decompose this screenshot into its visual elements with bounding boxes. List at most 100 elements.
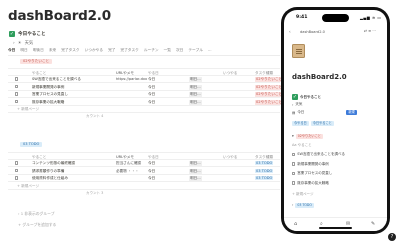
phone-weather[interactable]: › 天気 bbox=[292, 102, 302, 107]
row-checkbox[interactable] bbox=[15, 84, 18, 89]
task-due[interactable]: 明日... bbox=[189, 92, 217, 98]
task-due[interactable]: 明日... bbox=[189, 161, 217, 167]
row-checkbox[interactable] bbox=[15, 99, 18, 104]
table-row[interactable]: SW言語で出来ることを調べる https://parlor-dxx 今日 明日... 0… bbox=[8, 76, 281, 83]
weather-label: 天気 bbox=[24, 41, 34, 46]
weather-toggle[interactable]: › ☀ 天気 bbox=[13, 40, 34, 47]
group-badge-red[interactable]: 02やりたいこと bbox=[20, 59, 53, 64]
task-day[interactable]: 今日 bbox=[148, 85, 181, 90]
row-checkbox[interactable] bbox=[292, 171, 296, 176]
new-page-row[interactable]: + 新規ページ bbox=[8, 106, 280, 113]
task-day[interactable]: 今日 bbox=[148, 169, 181, 174]
task-memo[interactable]: https://parlor-dxx bbox=[116, 77, 150, 81]
task-memo[interactable]: 担当さんに確認 bbox=[116, 161, 150, 166]
due-chip: 明日... bbox=[189, 99, 202, 105]
row-checkbox[interactable] bbox=[292, 181, 296, 185]
subfilter-chip[interactable]: 今やる日 bbox=[292, 121, 309, 126]
task-day[interactable]: 今日 bbox=[148, 77, 181, 82]
table-row[interactable]: 使用資料作成と仕組み 今日 明日... 03 TODO bbox=[8, 175, 281, 182]
phone-new-page[interactable]: + 新規ページ bbox=[292, 192, 313, 197]
task-title[interactable]: 請求書類作りの準備 bbox=[32, 169, 94, 174]
view-tab[interactable]: 完了 bbox=[108, 48, 115, 55]
row-checkbox[interactable] bbox=[15, 168, 18, 173]
view-tab[interactable]: 完了タスク bbox=[120, 48, 138, 55]
view-tab[interactable]: 今日 bbox=[8, 48, 15, 55]
task-due[interactable]: 明日... bbox=[189, 84, 217, 90]
today-section-header[interactable]: ✓ 今日やること bbox=[9, 31, 46, 37]
task-type[interactable]: 02やりたいこと bbox=[255, 84, 281, 90]
phone-list-item[interactable]: 既存事業の拡大戦略 bbox=[292, 181, 329, 186]
view-tab[interactable]: 次日 bbox=[176, 48, 183, 55]
due-chip: 明日... bbox=[189, 92, 202, 98]
task-due[interactable]: 明日... bbox=[189, 176, 217, 182]
type-tag: 02やりたいこと bbox=[255, 92, 281, 98]
table-row[interactable]: コンテンツ形態の最終確認 担当さんに確認 今日 明日... 03 TODO bbox=[8, 160, 281, 167]
task-type[interactable]: 03 TODO bbox=[255, 168, 281, 173]
back-icon[interactable]: ‹ bbox=[289, 29, 291, 34]
task-type[interactable]: 03 TODO bbox=[255, 161, 281, 166]
phone-list-item[interactable]: 新規事業開発の事例 bbox=[292, 162, 329, 167]
task-day[interactable]: 今日 bbox=[148, 100, 181, 105]
task-title[interactable]: 使用資料作成と仕組み bbox=[32, 176, 94, 181]
row-checkbox[interactable] bbox=[15, 92, 18, 96]
row-checkbox[interactable] bbox=[15, 77, 18, 81]
task-memo[interactable]: 必要物 ・・・ bbox=[116, 169, 150, 174]
view-tab[interactable]: ルーチン bbox=[144, 48, 159, 55]
view-tab[interactable]: … bbox=[208, 48, 212, 55]
subfilter-chip[interactable]: 今日やること bbox=[310, 121, 334, 126]
new-page-button[interactable]: + 新規ページ bbox=[17, 107, 39, 112]
phone-group-red[interactable]: ▾ 02やりたいこと bbox=[292, 134, 323, 139]
task-title[interactable]: 営業プロセスの見直し bbox=[32, 92, 94, 97]
row-count: カウント 4 bbox=[86, 114, 104, 118]
task-title[interactable]: 既存事業の拡大戦略 bbox=[32, 100, 94, 105]
phone-group-blue[interactable]: › 03 TODO bbox=[292, 203, 314, 208]
task-day[interactable]: 今日 bbox=[148, 161, 181, 166]
task-day[interactable]: 今日 bbox=[148, 92, 181, 97]
row-checkbox[interactable] bbox=[15, 161, 18, 165]
table-row[interactable]: 請求書類作りの準備 必要物 ・・・ 今日 明日... 03 TODO bbox=[8, 167, 280, 175]
task-day[interactable]: 今日 bbox=[148, 176, 181, 181]
type-tag: 02やりたいこと bbox=[255, 77, 281, 83]
row-checkbox[interactable] bbox=[15, 176, 18, 180]
phone-filter-row: ▤ 今日 新規 bbox=[292, 110, 357, 115]
row-checkbox[interactable] bbox=[292, 162, 296, 166]
phone-frame: 9:41 ▂▄▆ ≋ ▭ ‹ dashBoard2.0 ⇄ ≡ ⋯ dashBo… bbox=[281, 7, 390, 234]
phone-breadcrumb[interactable]: dashBoard2.0 bbox=[300, 30, 325, 34]
phone-filter-label[interactable]: 今日 bbox=[297, 110, 304, 115]
view-tab[interactable]: 明日 bbox=[20, 48, 27, 55]
task-due[interactable]: 明日... bbox=[189, 168, 217, 174]
task-due[interactable]: 明日... bbox=[189, 77, 217, 83]
view-tab[interactable]: 一覧 bbox=[164, 48, 171, 55]
new-page-row[interactable]: + 新規ページ bbox=[8, 182, 280, 190]
task-due[interactable]: 明日... bbox=[189, 99, 217, 105]
task-type[interactable]: 02やりたいこと bbox=[255, 92, 281, 98]
type-tag: 03 TODO bbox=[255, 161, 274, 166]
view-tab[interactable]: いつかやる bbox=[85, 48, 103, 55]
new-button[interactable]: 新規 bbox=[346, 110, 357, 115]
view-tab[interactable]: 完了タスク bbox=[61, 48, 79, 55]
view-tab[interactable]: 明後日 bbox=[33, 48, 44, 55]
row-checkbox[interactable] bbox=[292, 152, 296, 157]
new-page-button[interactable]: + 新規ページ bbox=[17, 184, 39, 189]
more-actions-icon[interactable]: ⇄ ≡ ⋯ bbox=[364, 29, 376, 33]
hidden-groups-toggle[interactable]: › 1 非表示のグループ bbox=[18, 211, 55, 217]
group-badge-blue[interactable]: 03 TODO bbox=[20, 142, 43, 147]
help-button[interactable]: ? bbox=[388, 233, 396, 241]
task-title[interactable]: コンテンツ形態の最終確認 bbox=[32, 161, 94, 166]
phone-list-item[interactable]: SW言語で出来ることを調べる bbox=[292, 152, 345, 157]
phone-section-header[interactable]: ✓ 今日やること bbox=[292, 94, 321, 100]
task-type[interactable]: 02やりたいこと bbox=[255, 99, 281, 105]
add-group-button[interactable]: + グループを追加する bbox=[18, 222, 56, 228]
table-row[interactable]: 既存事業の拡大戦略 今日 明日... 02やりたいこと bbox=[8, 98, 281, 106]
task-type[interactable]: 03 TODO bbox=[255, 176, 281, 181]
table-row[interactable]: 新規事業開発の事例 今日 明日... 02やりたいこと bbox=[8, 83, 281, 91]
view-tab[interactable]: テーブル bbox=[188, 48, 203, 55]
table-row[interactable]: 営業プロセスの見直し 今日 明日... 02やりたいこと bbox=[8, 91, 281, 98]
task-title[interactable]: 新規事業開発の事例 bbox=[32, 85, 94, 90]
compose-icon[interactable]: ✎ bbox=[371, 221, 375, 227]
task-type[interactable]: 02やりたいこと bbox=[255, 77, 281, 83]
task-title[interactable]: SW言語で出来ることを調べる bbox=[32, 77, 94, 82]
view-tab[interactable]: 未来 bbox=[49, 48, 56, 55]
phone-list-item[interactable]: 営業プロセスの見直し bbox=[292, 171, 332, 176]
home-icon[interactable]: ⌂ bbox=[294, 221, 297, 227]
